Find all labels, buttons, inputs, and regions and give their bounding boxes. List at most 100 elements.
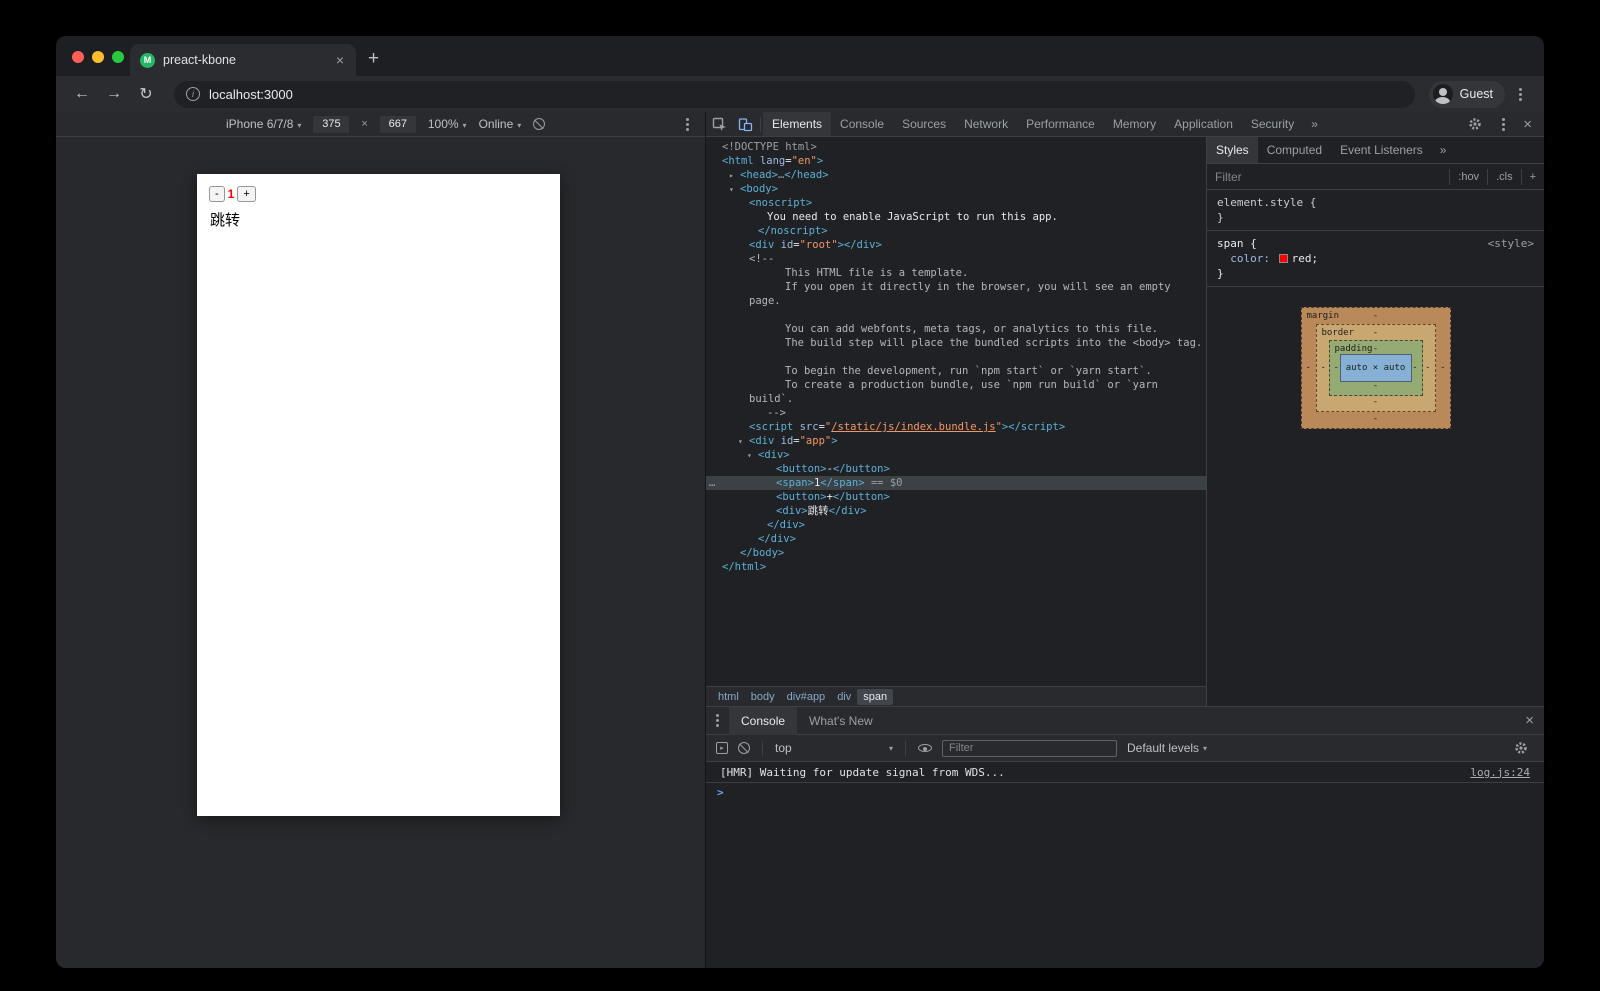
info-icon[interactable] xyxy=(186,87,200,101)
guest-profile-button[interactable]: Guest xyxy=(1429,81,1505,108)
color-swatch-icon[interactable] xyxy=(1279,254,1288,263)
dom-tree-line[interactable]: The build step will place the bundled sc… xyxy=(706,336,1206,350)
execution-context-select[interactable]: top ▾ xyxy=(775,741,893,755)
line-overflow-icon[interactable]: … xyxy=(709,476,714,490)
device-select[interactable]: iPhone 6/7/8▾ xyxy=(226,117,301,131)
devtools-tab-application[interactable]: Application xyxy=(1165,112,1242,136)
padding-right-value[interactable]: - xyxy=(1412,361,1417,376)
dom-tree-line[interactable]: To create a production bundle, use `npm … xyxy=(706,378,1206,392)
jump-link[interactable]: 跳转 xyxy=(210,209,560,230)
dom-tree-line[interactable]: </div> xyxy=(706,532,1206,546)
border-right-value[interactable]: - xyxy=(1425,361,1430,376)
devtools-close-icon[interactable]: × xyxy=(1519,116,1536,133)
back-icon[interactable]: ← xyxy=(68,85,96,103)
devtools-tab-security[interactable]: Security xyxy=(1242,112,1303,136)
more-tabs-chevron[interactable]: » xyxy=(1303,117,1326,131)
dom-tree-line[interactable]: <button>-</button> xyxy=(706,462,1206,476)
devtools-tab-elements[interactable]: Elements xyxy=(763,112,831,136)
styles-more-tabs-chevron[interactable]: » xyxy=(1432,143,1455,157)
dom-tree-line[interactable]: </noscript> xyxy=(706,224,1206,238)
breadcrumb-div[interactable]: div xyxy=(831,689,857,705)
tab-close-icon[interactable]: × xyxy=(334,52,346,68)
box-model-content[interactable]: auto × auto xyxy=(1340,354,1412,382)
console-tab-what-s-new[interactable]: What's New xyxy=(797,707,885,735)
browser-tab[interactable]: M preact-kbone × xyxy=(130,44,356,76)
margin-bottom-value[interactable]: - xyxy=(1373,412,1378,427)
styles-tab-event-listeners[interactable]: Event Listeners xyxy=(1331,137,1432,163)
collapse-arrow-icon[interactable]: ▾ xyxy=(747,449,752,463)
viewport-height-input[interactable] xyxy=(380,116,416,133)
dom-tree-line[interactable]: <button>+</button> xyxy=(706,490,1206,504)
dom-tree-line[interactable]: ▾<div id="app"> xyxy=(706,434,1206,448)
collapse-arrow-icon[interactable]: ▾ xyxy=(729,183,734,197)
dom-tree-line[interactable]: <div>跳转</div> xyxy=(706,504,1206,518)
drawer-close-icon[interactable]: × xyxy=(1521,712,1544,729)
margin-left-value[interactable]: - xyxy=(1306,361,1311,376)
dom-tree-line[interactable]: </body> xyxy=(706,546,1206,560)
box-model-border[interactable]: border - - - - padding - - - xyxy=(1316,324,1436,412)
dom-tree-line[interactable] xyxy=(706,308,1206,322)
viewport-width-input[interactable] xyxy=(313,116,349,133)
styles-filter-input[interactable] xyxy=(1207,170,1449,184)
padding-left-value[interactable]: - xyxy=(1334,361,1339,376)
css-property[interactable]: color: xyxy=(1230,252,1270,265)
console-settings-gear-icon[interactable] xyxy=(1508,741,1534,755)
devtools-tab-sources[interactable]: Sources xyxy=(893,112,955,136)
dom-tree-line[interactable]: <html lang="en"> xyxy=(706,154,1206,168)
rotate-disabled-icon[interactable] xyxy=(533,118,545,130)
dom-tree-line[interactable]: ▸<head>…</head> xyxy=(706,168,1206,182)
network-throttle-select[interactable]: Online▾ xyxy=(479,117,522,131)
border-left-value[interactable]: - xyxy=(1321,361,1326,376)
dom-tree-line[interactable]: ▾<div> xyxy=(706,448,1206,462)
border-bottom-value[interactable]: - xyxy=(1373,395,1378,410)
inspect-element-icon[interactable] xyxy=(706,117,732,132)
span-rule-open[interactable]: <style>span { xyxy=(1207,236,1544,251)
console-source-link[interactable]: log.js:24 xyxy=(1470,766,1530,779)
dom-tree-line[interactable]: <div id="root"></div> xyxy=(706,238,1206,252)
device-toolbar-menu-icon[interactable] xyxy=(686,123,689,126)
minimize-window-button[interactable] xyxy=(92,51,104,63)
devtools-menu-icon[interactable] xyxy=(1502,123,1505,126)
gear-icon[interactable] xyxy=(1462,117,1488,131)
box-model-padding[interactable]: padding - - - - auto × auto xyxy=(1329,340,1423,396)
decrement-button[interactable]: - xyxy=(209,186,225,202)
dom-tree-line[interactable]: page. xyxy=(706,294,1206,308)
margin-top-value[interactable]: - xyxy=(1373,309,1378,324)
clear-console-icon[interactable] xyxy=(738,742,750,754)
devtools-tab-memory[interactable]: Memory xyxy=(1104,112,1165,136)
class-toggle[interactable]: .cls xyxy=(1487,169,1521,185)
console-filter-input[interactable] xyxy=(942,740,1117,757)
element-style-rule[interactable]: element.style { xyxy=(1207,195,1544,210)
dom-tree-line[interactable]: This HTML file is a template. xyxy=(706,266,1206,280)
browser-menu-icon[interactable] xyxy=(1519,93,1522,96)
dom-tree-line[interactable]: </html> xyxy=(706,560,1206,574)
console-tab-console[interactable]: Console xyxy=(729,707,797,735)
console-prompt[interactable]: > xyxy=(706,783,1544,801)
breadcrumb-span[interactable]: span xyxy=(857,689,893,705)
dom-tree-line[interactable]: You can add webfonts, meta tags, or anal… xyxy=(706,322,1206,336)
border-top-value[interactable]: - xyxy=(1373,326,1378,341)
breadcrumb-div-app[interactable]: div#app xyxy=(781,689,832,705)
log-levels-select[interactable]: Default levels ▾ xyxy=(1127,741,1207,755)
zoom-window-button[interactable] xyxy=(112,51,124,63)
dom-tree-line[interactable] xyxy=(706,350,1206,364)
collapse-arrow-icon[interactable]: ▾ xyxy=(738,435,743,449)
style-source-link[interactable]: <style> xyxy=(1488,236,1534,251)
dom-tree-line[interactable]: <noscript> xyxy=(706,196,1206,210)
reload-icon[interactable]: ↻ xyxy=(132,84,160,104)
dom-tree-line[interactable]: If you open it directly in the browser, … xyxy=(706,280,1206,294)
dom-tree-line[interactable]: --> xyxy=(706,406,1206,420)
styles-tab-computed[interactable]: Computed xyxy=(1258,137,1331,163)
console-sidebar-icon[interactable]: ▸ xyxy=(716,742,728,754)
breadcrumb-body[interactable]: body xyxy=(745,689,781,705)
close-window-button[interactable] xyxy=(72,51,84,63)
increment-button[interactable]: + xyxy=(237,186,255,202)
styles-tab-styles[interactable]: Styles xyxy=(1207,137,1258,163)
expand-arrow-icon[interactable]: ▸ xyxy=(729,169,734,183)
css-declaration[interactable]: color: red; xyxy=(1207,251,1544,266)
dom-tree-line[interactable]: <!DOCTYPE html> xyxy=(706,140,1206,154)
css-value[interactable]: red; xyxy=(1292,252,1319,265)
forward-icon[interactable]: → xyxy=(100,85,128,103)
new-style-rule-button[interactable]: + xyxy=(1521,169,1544,185)
box-model-margin[interactable]: margin - - - - border - - - - xyxy=(1301,307,1451,429)
